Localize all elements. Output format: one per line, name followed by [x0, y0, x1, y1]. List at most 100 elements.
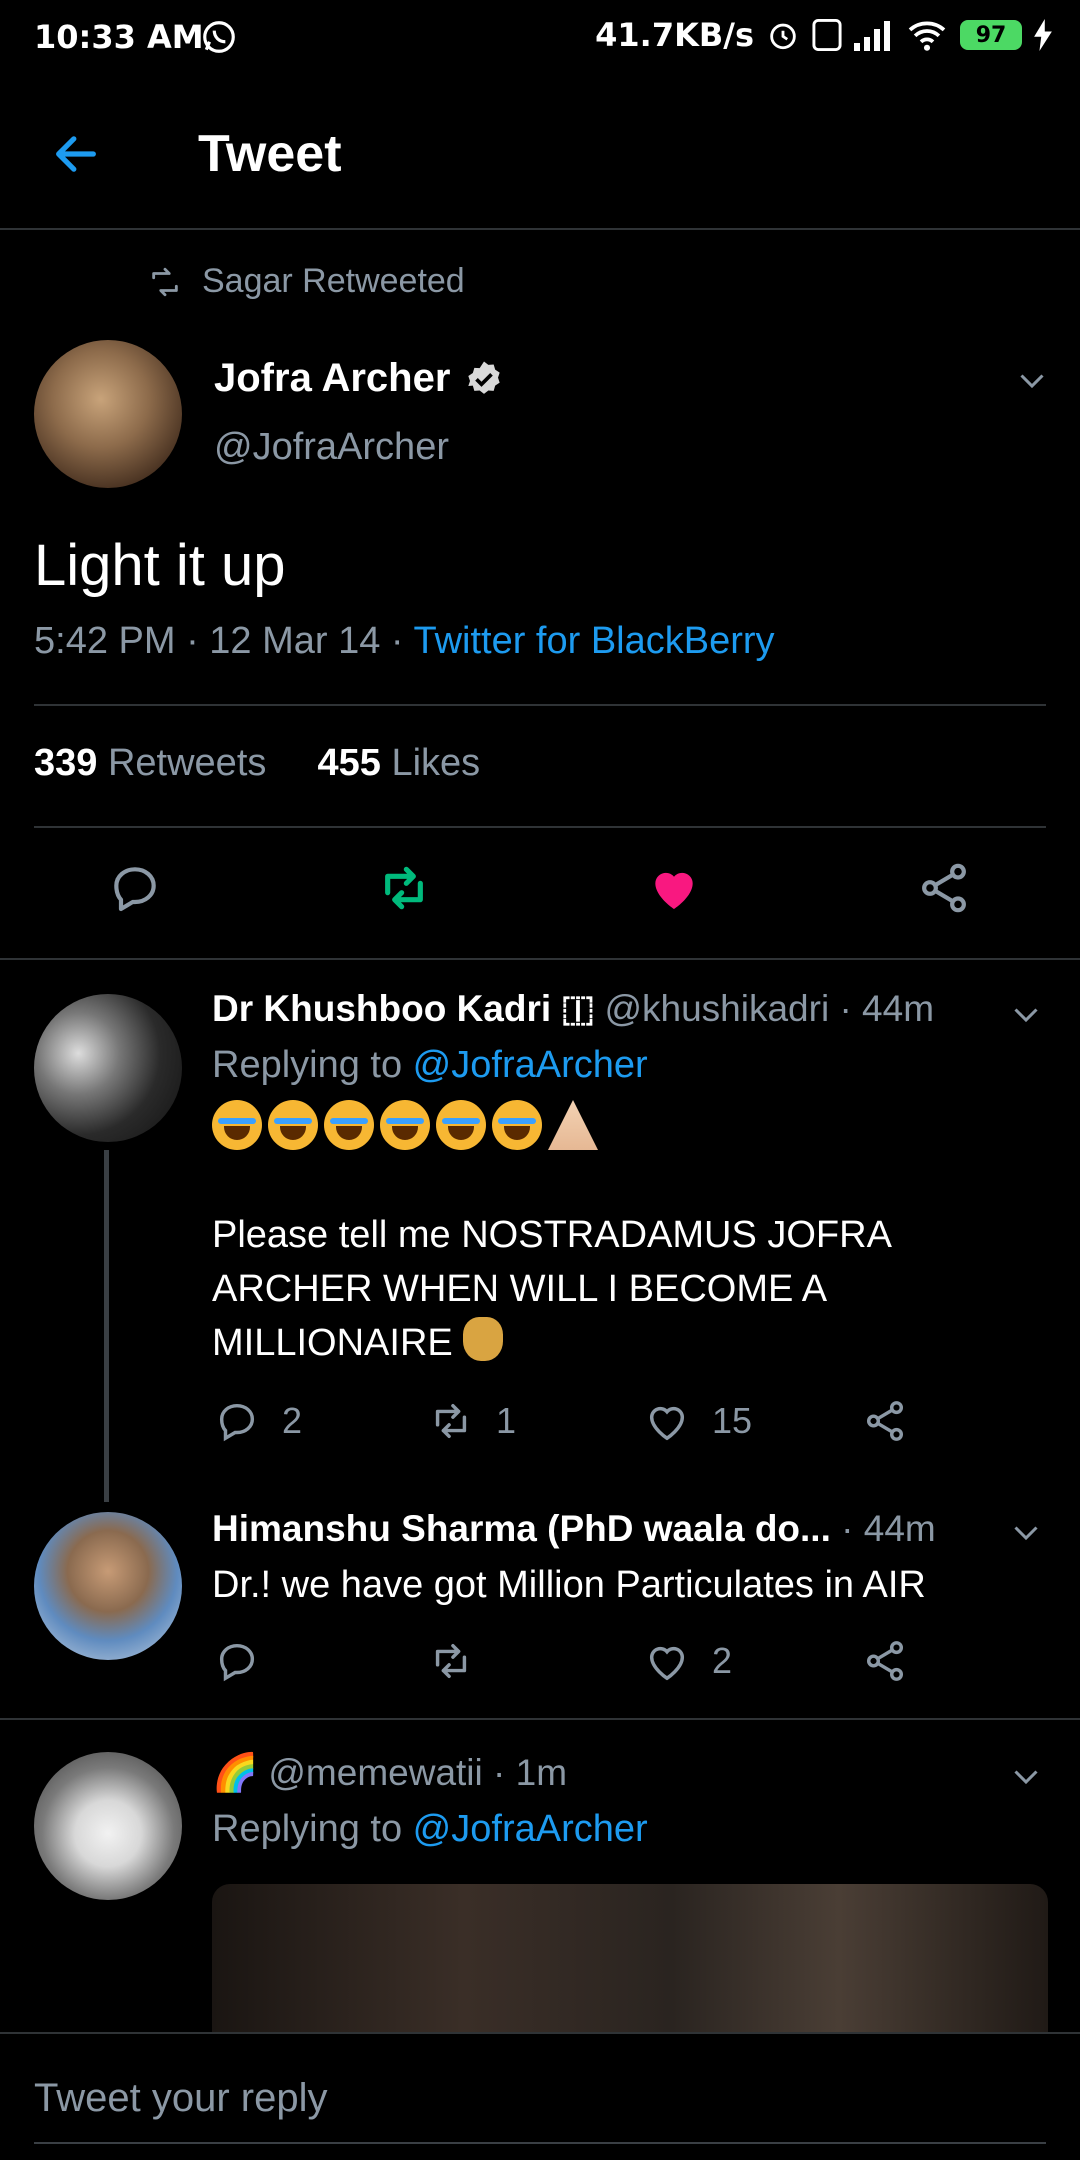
emoji-row [212, 1100, 598, 1150]
section-divider [0, 1718, 1080, 1720]
verified-badge-icon [468, 361, 501, 394]
reply-actions: 2 1 15 [0, 1398, 1080, 1448]
reply-header[interactable]: Himanshu Sharma (PhD waala do... · 44m [212, 1508, 936, 1550]
replying-to-prefix: Replying to [212, 1808, 413, 1850]
retweet-small-icon [152, 267, 178, 296]
volte-icon [812, 19, 842, 51]
retweet-action[interactable] [428, 1638, 474, 1684]
like-action[interactable]: 15 [644, 1398, 752, 1444]
likes-label[interactable]: Likes [391, 742, 480, 784]
reply-icon [219, 1643, 255, 1682]
chevron-down-icon[interactable] [1008, 996, 1044, 1032]
reply-input-placeholder[interactable]: Tweet your reply [34, 2076, 327, 2121]
section-divider [0, 958, 1080, 960]
tweet-timestamp: 5:42 PM · 12 Mar 14 · [34, 620, 414, 662]
replying-to-mention[interactable]: @JofraArcher [413, 1044, 648, 1086]
reply-input-underline [34, 2142, 1046, 2144]
reply-icon [219, 1403, 255, 1442]
share-action[interactable] [862, 1398, 908, 1444]
battery-indicator: 97 [960, 20, 1022, 50]
retweet-icon [435, 1403, 467, 1439]
heart-icon [649, 1646, 685, 1681]
tweet-actions [0, 860, 1080, 928]
crying-face-icon [492, 1100, 542, 1150]
money-bag-icon [463, 1317, 504, 1361]
retweet-count: 1 [496, 1400, 517, 1441]
author-handle: @JofraArcher [214, 426, 449, 468]
retweets-label[interactable]: Retweets [108, 742, 266, 784]
reply-count: 2 [282, 1400, 303, 1441]
share-action[interactable] [862, 1638, 908, 1684]
heart-icon [649, 1406, 685, 1441]
folded-hands-icon [548, 1100, 598, 1150]
crying-face-icon [212, 1100, 262, 1150]
like-count: 2 [712, 1640, 733, 1681]
thread-line [104, 1150, 109, 1502]
page-title: Tweet [198, 125, 342, 183]
reply-author-name: 🌈 [212, 1752, 259, 1793]
reply-body: Please tell me NOSTRADAMUS JOFRA ARCHER … [212, 1208, 892, 1370]
reply-composer[interactable]: Tweet your reply [0, 2032, 1080, 2160]
reply-header[interactable]: 🌈 @memewatii · 1m [212, 1752, 567, 1795]
retweet-action[interactable]: 1 [428, 1398, 516, 1444]
like-heart-icon[interactable] [646, 860, 702, 916]
retweeted-by: Sagar Retweeted [148, 262, 465, 301]
share-icon [866, 1641, 904, 1681]
reply-author-name: Dr Khushboo Kadri 🇮 [212, 988, 595, 1029]
likes-count[interactable]: 455 [318, 742, 381, 784]
app-header: Tweet [0, 78, 1080, 230]
back-arrow-icon[interactable] [50, 128, 102, 180]
author-name: Jofra Archer [214, 356, 451, 400]
crying-face-icon [380, 1100, 430, 1150]
author-name-row[interactable]: Jofra Archer [214, 356, 504, 401]
status-time: 10:33 AM [34, 18, 204, 56]
reply-body: Dr.! we have got Million Particulates in… [212, 1564, 926, 1606]
whatsapp-icon [203, 21, 235, 53]
alarm-icon [770, 23, 796, 50]
charging-icon [1034, 19, 1052, 51]
reply-media-image[interactable] [212, 1884, 1048, 2034]
signal-icon [854, 21, 890, 51]
tweet-stats: 339 Retweets 455 Likes [34, 742, 480, 785]
reply-handle-time: @memewatii · 1m [268, 1752, 568, 1793]
retweet-icon [435, 1643, 467, 1679]
replying-to: Replying to @JofraArcher [212, 1808, 648, 1851]
reply-icon[interactable] [107, 860, 163, 916]
chevron-down-icon[interactable] [1008, 1758, 1044, 1794]
reply-body-line: Please tell me NOSTRADAMUS JOFRA [212, 1214, 892, 1256]
like-count: 15 [712, 1400, 753, 1441]
chevron-down-icon[interactable] [1014, 362, 1050, 398]
reply-action[interactable]: 2 [214, 1398, 302, 1444]
chevron-down-icon[interactable] [1008, 1514, 1044, 1550]
reply-avatar[interactable] [34, 1752, 182, 1900]
tweet-meta: 5:42 PM · 12 Mar 14 · Twitter for BlackB… [34, 620, 775, 663]
like-action[interactable]: 2 [644, 1638, 732, 1684]
crying-face-icon [436, 1100, 486, 1150]
crying-face-icon [324, 1100, 374, 1150]
reply-body-line: ARCHER WHEN WILL I BECOME A [212, 1268, 828, 1310]
retweets-count[interactable]: 339 [34, 742, 97, 784]
reply-handle-time: @khushikadri · 44m [604, 988, 935, 1029]
reply-handle-time: · 44m [841, 1508, 936, 1549]
crying-face-icon [268, 1100, 318, 1150]
replying-to-prefix: Replying to [212, 1044, 413, 1086]
network-speed: 41.7KB/s [595, 16, 754, 54]
reply-author-name: Himanshu Sharma (PhD waala do... [212, 1508, 831, 1549]
reply-body-line: MILLIONAIRE [212, 1322, 453, 1364]
divider [34, 826, 1046, 828]
reply-action[interactable] [214, 1638, 260, 1684]
retweeted-by-label: Sagar Retweeted [202, 262, 465, 300]
replying-to: Replying to @JofraArcher [212, 1044, 648, 1087]
share-icon [866, 1401, 904, 1441]
tweet-source-link[interactable]: Twitter for BlackBerry [413, 620, 774, 662]
wifi-icon [908, 21, 946, 51]
retweet-icon[interactable] [376, 860, 432, 916]
share-icon[interactable] [916, 860, 972, 916]
tweet-text: Light it up [34, 533, 286, 598]
reply-actions: 2 [0, 1638, 1080, 1688]
reply-header[interactable]: Dr Khushboo Kadri 🇮 @khushikadri · 44m [212, 988, 934, 1031]
status-bar: 10:33 AM 41.7KB/s 97 [0, 0, 1080, 78]
reply-avatar[interactable] [34, 994, 182, 1142]
author-avatar[interactable] [34, 340, 182, 488]
replying-to-mention[interactable]: @JofraArcher [413, 1808, 648, 1850]
